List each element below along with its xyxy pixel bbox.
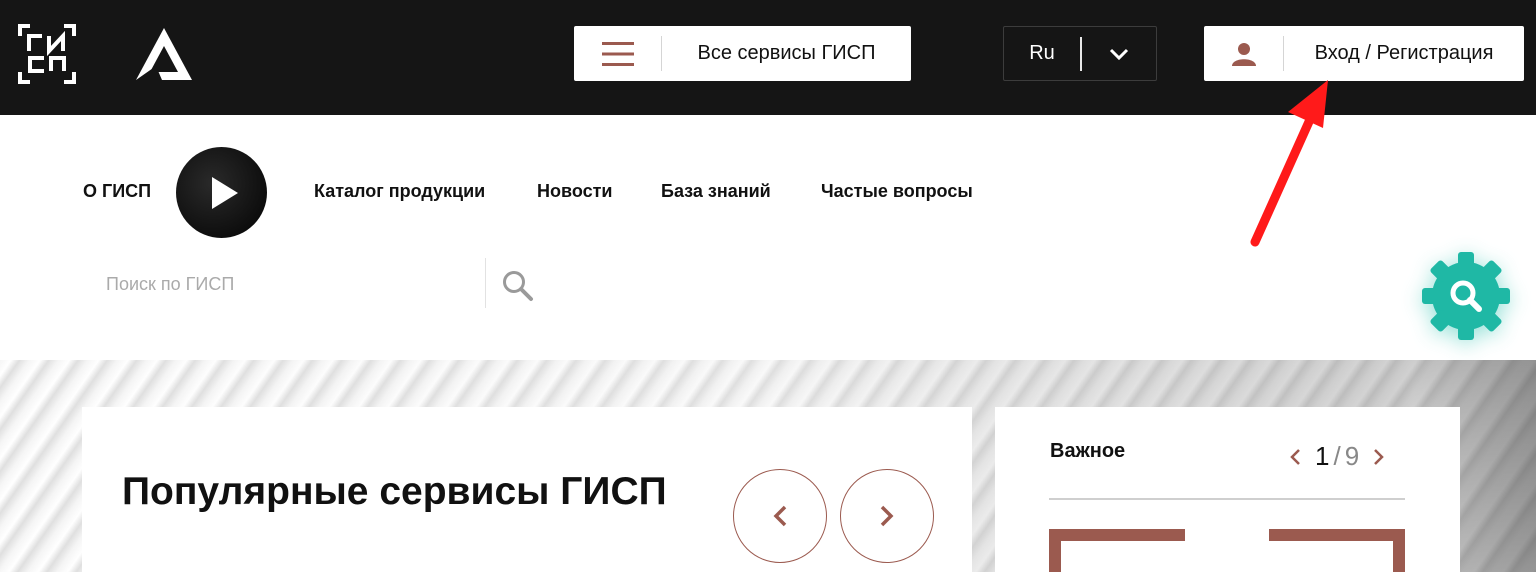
carousel-next-button[interactable] bbox=[840, 469, 934, 563]
login-register-label: Вход / Регистрация bbox=[1314, 42, 1494, 64]
top-bar: Все сервисы ГИСП Ru Вход / Регистрация bbox=[0, 0, 1536, 115]
login-register-button[interactable]: Вход / Регистрация bbox=[1204, 26, 1524, 81]
pager-current: 1 bbox=[1315, 441, 1330, 471]
frame-corner-left-icon bbox=[1049, 529, 1185, 572]
gear-search-icon[interactable] bbox=[1420, 250, 1512, 342]
triangle-logo-icon[interactable] bbox=[134, 26, 194, 82]
popular-services-title: Популярные сервисы ГИСП bbox=[122, 470, 667, 513]
all-services-label: Все сервисы ГИСП bbox=[697, 42, 876, 64]
play-icon bbox=[212, 177, 238, 209]
hamburger-icon bbox=[574, 26, 662, 81]
carousel-prev-button[interactable] bbox=[733, 469, 827, 563]
important-divider bbox=[1049, 498, 1405, 500]
important-title: Важное bbox=[1050, 440, 1126, 462]
about-video-thumbnail[interactable] bbox=[176, 147, 267, 238]
nav-faq[interactable]: Частые вопросы bbox=[821, 181, 973, 202]
gisp-logo-icon[interactable] bbox=[18, 24, 76, 84]
popular-services-card: Популярные сервисы ГИСП bbox=[82, 407, 972, 572]
nav-news[interactable]: Новости bbox=[537, 181, 612, 202]
important-pager: 1 / 9 bbox=[1285, 441, 1389, 472]
pager-separator: / bbox=[1333, 441, 1341, 471]
chevron-down-icon[interactable] bbox=[1082, 48, 1156, 60]
language-selector[interactable]: Ru bbox=[1003, 26, 1157, 81]
pager-total: 9 bbox=[1344, 441, 1360, 471]
chevron-right-icon bbox=[880, 505, 894, 527]
language-code: Ru bbox=[1029, 42, 1055, 64]
nav-about-gisp[interactable]: О ГИСП bbox=[83, 181, 151, 202]
pager-next-icon[interactable] bbox=[1369, 444, 1389, 470]
user-icon bbox=[1204, 26, 1284, 81]
pager-prev-icon[interactable] bbox=[1285, 444, 1305, 470]
nav-knowledge-base[interactable]: База знаний bbox=[661, 181, 771, 202]
search-icon[interactable] bbox=[500, 268, 536, 304]
chevron-left-icon bbox=[773, 505, 787, 527]
search-divider bbox=[485, 258, 486, 308]
frame-corner-right-icon bbox=[1269, 529, 1405, 572]
all-services-button[interactable]: Все сервисы ГИСП bbox=[574, 26, 911, 81]
nav-product-catalog[interactable]: Каталог продукции bbox=[314, 181, 485, 202]
search-input[interactable] bbox=[96, 262, 482, 306]
